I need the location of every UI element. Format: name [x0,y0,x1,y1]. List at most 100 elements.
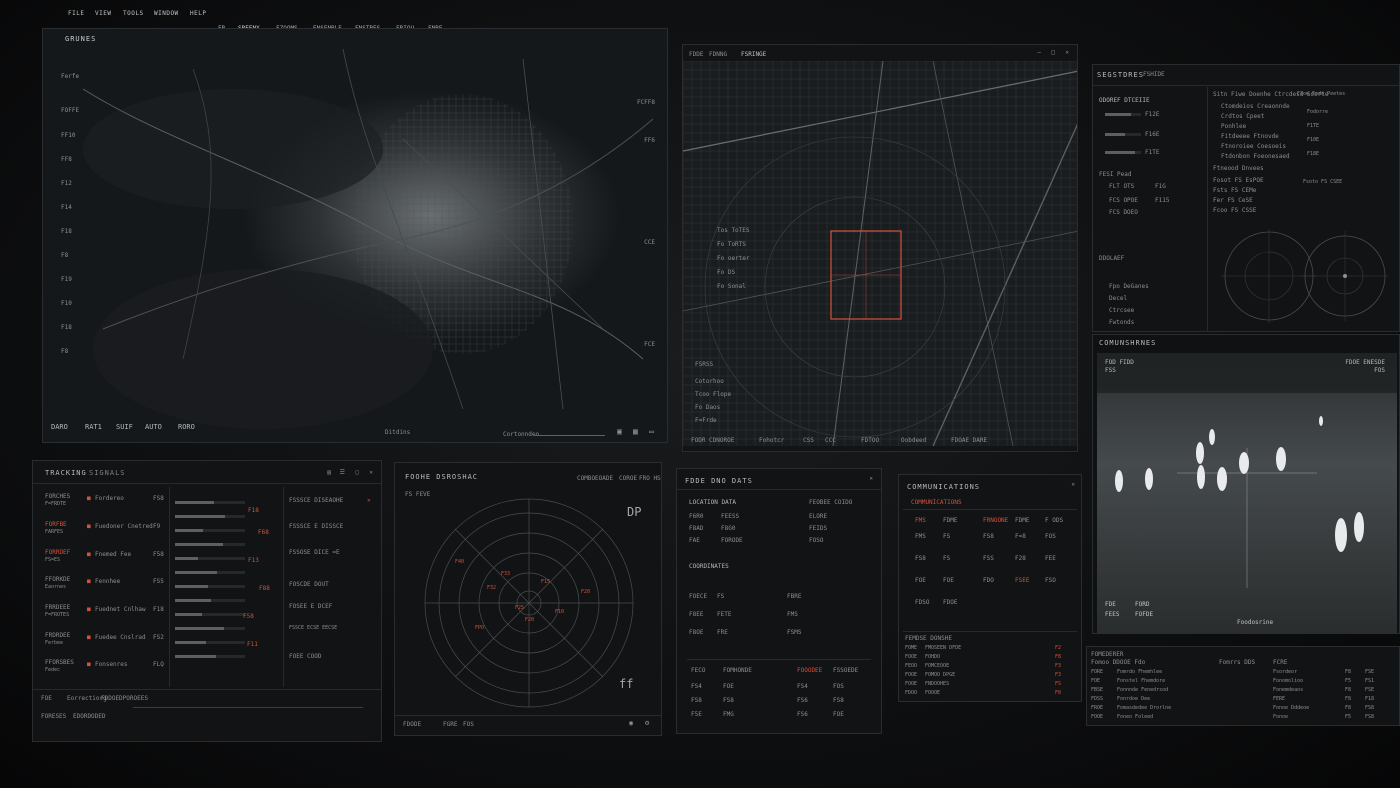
footer-item[interactable]: EDORDODED [73,713,106,720]
radar-contact-label[interactable]: F15 [541,579,550,585]
expand-icon[interactable]: ▢ [355,469,359,476]
settings-icon[interactable]: ⚙ [645,719,649,727]
footer-item[interactable]: FDOAE DARE [951,437,987,444]
radar-contact-label[interactable]: F20 [525,617,534,623]
col-head: FSSOEDE [833,667,859,674]
scale-left-label: FF10 [61,132,76,139]
footer-btn[interactable]: RORO [178,423,195,431]
tab-fdde[interactable]: FDDE [689,51,703,58]
scale-left-label: F18 [61,228,72,235]
grid-icon[interactable]: ▦ [633,427,638,436]
footer-item[interactable]: Fohotcr [759,437,784,444]
comms-bottom-cell: FMOSEEN DFDE [925,645,962,651]
track-name[interactable]: FORCHES [45,493,70,500]
detail-item[interactable]: FSSOSE DICE =E [289,549,340,556]
layer-item[interactable]: Tcoo Flope [695,391,731,398]
fullscreen-icon[interactable]: ▭ [649,427,654,436]
scope-widget[interactable] [1213,221,1393,331]
track-name[interactable]: FORFBE [45,521,67,528]
track-name[interactable]: FRDRDEE [45,632,70,639]
thermal-feed[interactable] [1097,353,1397,633]
footer-item[interactable]: FOE [41,695,52,702]
radar-header-item[interactable]: FRO HS [639,475,661,482]
radar-header-item[interactable]: COMBOEOADE [577,475,613,482]
close-icon[interactable]: ✕ [1071,481,1075,488]
detail-item[interactable]: FSSSCE E DISSCE [289,523,343,530]
radar-contact-label[interactable]: F20 [581,589,590,595]
col-head: FOOODEE [797,667,823,674]
footer-btn[interactable]: SUIF [116,423,133,431]
zoom-slider[interactable] [535,435,605,436]
menu-tools[interactable]: TOOLS [123,10,144,17]
timeline[interactable] [133,707,363,708]
track-name[interactable]: FRRDEEE [45,604,70,611]
footer-item[interactable]: CSS [803,437,814,444]
coord-cell: FETE [717,611,732,618]
footer-item[interactable]: FODR CDNOROE [691,437,734,444]
radar-contact-label[interactable]: F40 [455,559,464,565]
track-name[interactable]: FFORKDE [45,576,70,583]
sensor-subtitle[interactable]: FSHIDE [1143,71,1165,78]
detail-item[interactable]: FOSCDE DOUT [289,581,329,588]
radar-footer[interactable]: FGRE [443,721,457,728]
detail-item[interactable]: FOSEE E DCEF [289,603,332,610]
footer-item[interactable]: FDDOEDPOROEES [101,695,148,702]
minimize-icon[interactable]: — [1037,49,1041,56]
footer-item[interactable]: FORESES [41,713,66,720]
radar-contact-label[interactable]: F10 [555,609,564,615]
layer-item[interactable]: Cotorhoo [695,378,724,385]
detail-item[interactable]: FOEE COOD [289,653,322,660]
satellite-map-left[interactable] [43,29,668,443]
close-icon[interactable]: ✕ [367,497,371,504]
tab-signals[interactable]: SIGNALS [89,469,126,477]
comms-cell: FOE [943,577,954,584]
radar-header-item[interactable]: COROE [619,475,637,482]
filter-icon[interactable]: ▤ [327,469,331,476]
detail-item[interactable]: FSSCE ECSE EECSE [289,625,337,631]
footer-btn[interactable]: AUTO [145,423,162,431]
stat-line: Fsts FS CEMe [1213,187,1257,194]
scale-right-label: CCE [644,239,655,246]
track-name[interactable]: FFORSBES [45,659,74,666]
record-icon[interactable]: ◉ [629,719,633,727]
radar-contact-label[interactable]: F33 [501,571,510,577]
maximize-icon[interactable]: □ [1051,49,1055,56]
footer-item[interactable]: FDTOO [861,437,879,444]
track-sub: Ferbee [45,640,64,646]
layer-item[interactable]: Fo Daos [695,404,720,411]
radar-contact-label[interactable]: F25 [515,605,524,611]
radar-footer[interactable]: FOS [463,721,474,728]
radar-scope[interactable]: F40F33F32F25F20F15F10FPOF20 [395,493,662,713]
comms-bottom-val: F8 [1055,690,1062,696]
menu-view[interactable]: VIEW [95,10,111,17]
satellite-map-center[interactable] [683,61,1078,446]
track-name[interactable]: FORRDEF [45,549,70,556]
layers-icon[interactable]: ▣ [617,427,622,436]
col-head: FDME [943,517,958,524]
footer-item[interactable]: Oobdeed [901,437,926,444]
radar-footer[interactable]: FDODE [403,721,421,728]
radar-contact-label[interactable]: FPO [475,625,484,631]
footer-btn[interactable]: RAT1 [85,423,102,431]
table-cell: Fonemdeaos [1273,687,1304,693]
tab-fsringe[interactable]: FSRINGE [741,51,766,58]
tab-fdnng[interactable]: FDNNG [709,51,727,58]
layer-item[interactable]: F=Frde [695,417,717,424]
radar-contact-label[interactable]: F32 [487,585,496,591]
footer-item[interactable]: CCC [825,437,836,444]
close-icon[interactable]: ✕ [869,475,873,482]
tab-tracking[interactable]: TRACKING [45,469,87,477]
menu-help[interactable]: HELP [190,10,206,17]
list-icon[interactable]: ☰ [340,469,345,476]
comms-cell: FS [943,555,951,562]
close-icon[interactable]: ✕ [369,469,373,476]
layer-item[interactable]: FSRSS [695,361,713,368]
track-value: F9 [153,523,161,530]
footer-btn[interactable]: DARO [51,423,68,431]
table-cell: FS8 [1365,714,1375,720]
menu-window[interactable]: WINDOW [154,10,179,17]
table-cell: FS1 [1365,678,1375,684]
menu-file[interactable]: FILE [68,10,84,17]
detail-item[interactable]: FSSSCE DISEAOHE [289,497,343,504]
close-icon[interactable]: ✕ [1065,49,1069,56]
